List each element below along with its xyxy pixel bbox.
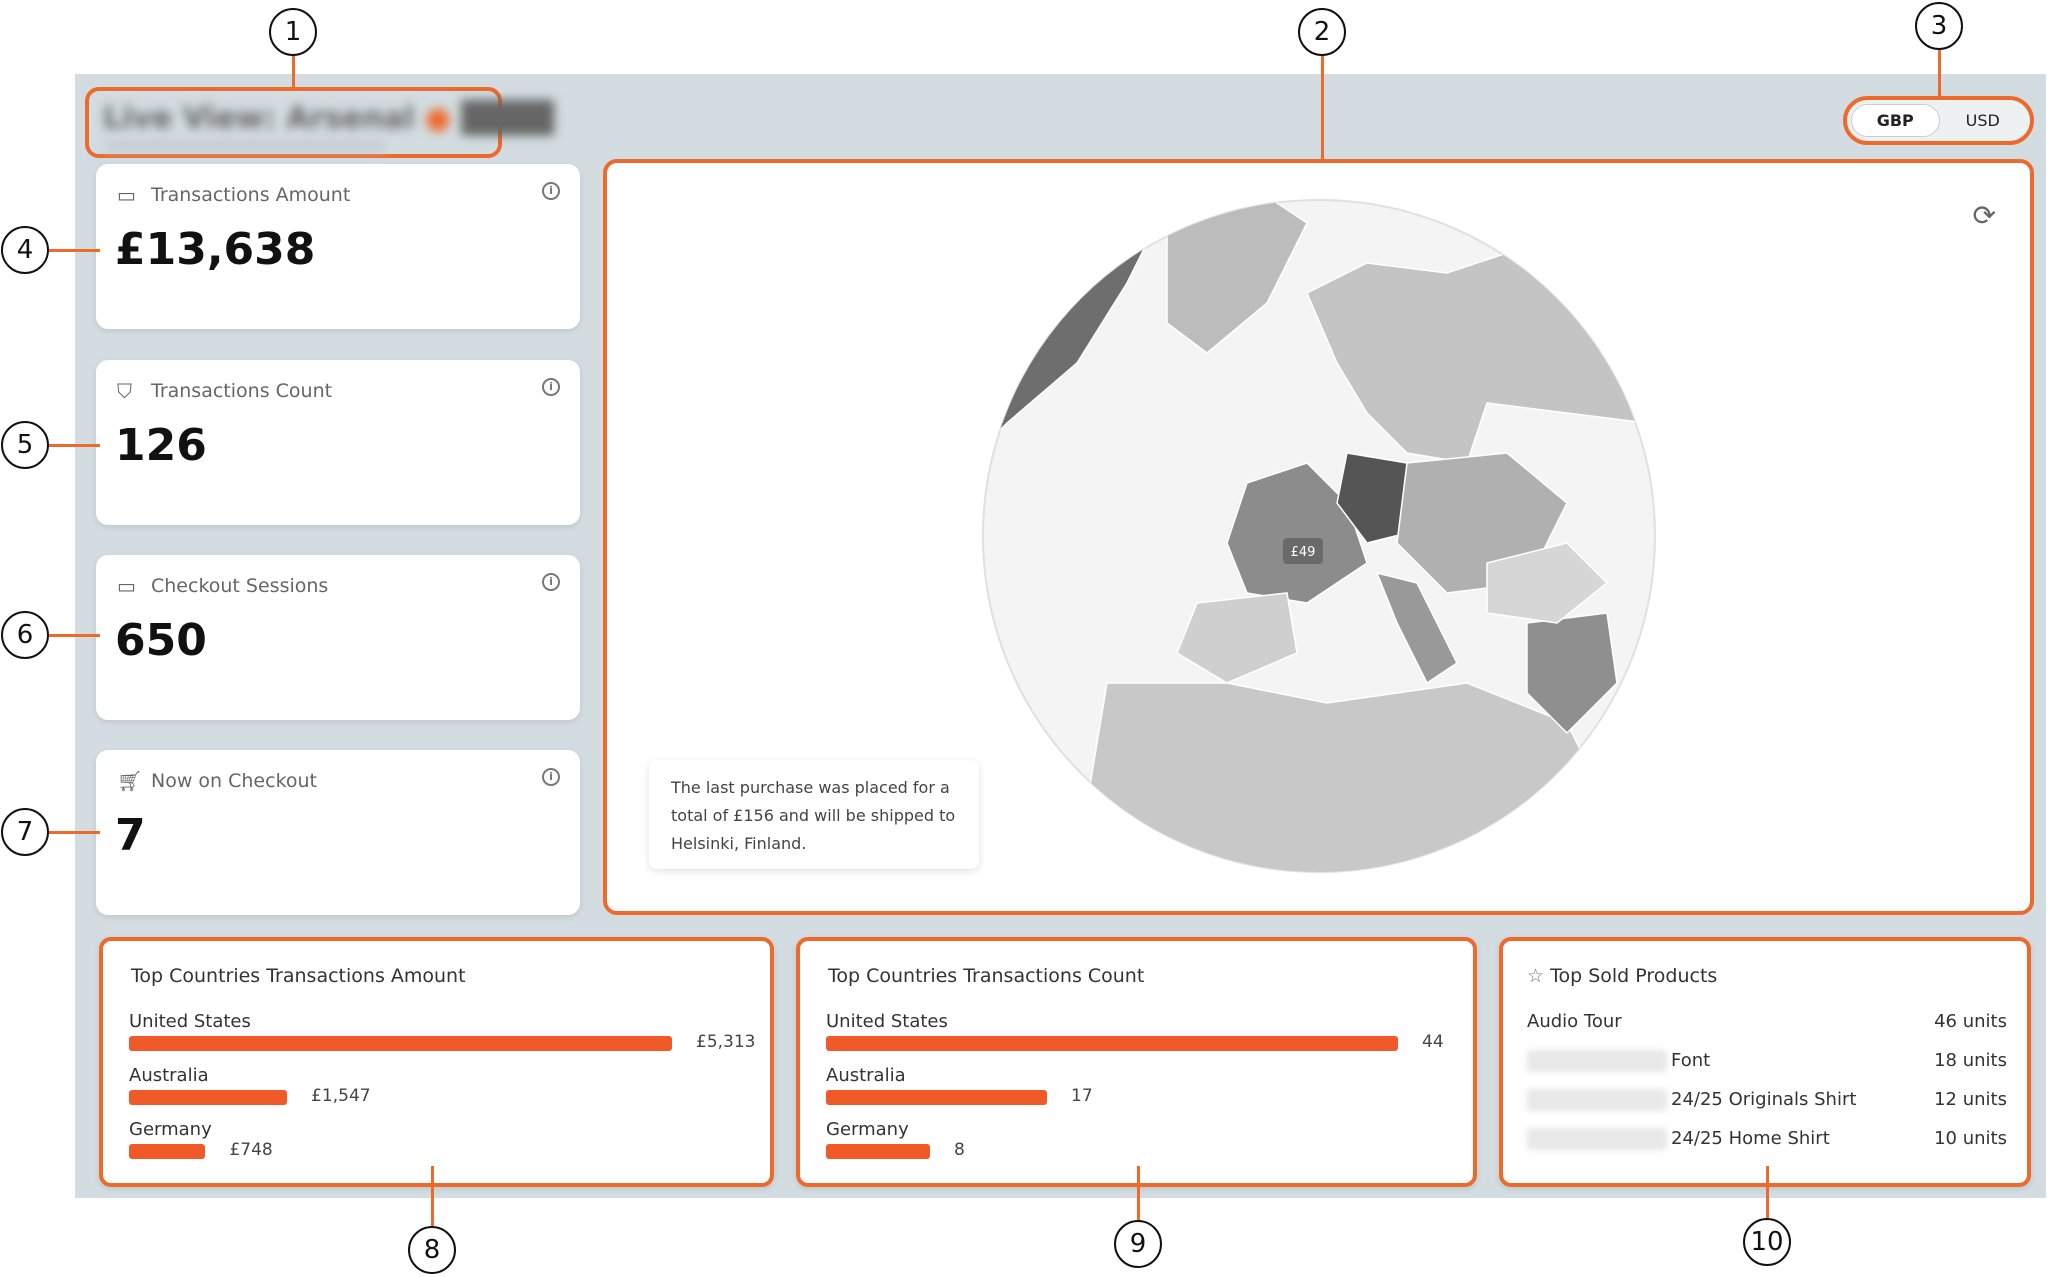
country-label: Australia xyxy=(129,1065,209,1086)
card-title: Top Countries Transactions Count xyxy=(828,965,1145,987)
product-row: 24/25 Home Shirt 10 units xyxy=(1527,1128,2007,1150)
product-name: Font xyxy=(1671,1050,1711,1071)
product-units: 46 units xyxy=(1934,1011,2007,1032)
currency-gbp-button[interactable]: GBP xyxy=(1851,104,1940,137)
callout-marker: 8 xyxy=(408,1226,456,1274)
country-value: £1,547 xyxy=(311,1086,371,1106)
callout-leader-line xyxy=(1765,1166,1769,1218)
country-label: Germany xyxy=(129,1119,212,1140)
callout-marker: 5 xyxy=(1,421,49,469)
product-units: 12 units xyxy=(1934,1089,2007,1110)
product-name: Audio Tour xyxy=(1527,1011,1622,1032)
country-label: Germany xyxy=(826,1119,909,1140)
callout-leader-line xyxy=(1136,1166,1140,1220)
callout-marker: 10 xyxy=(1743,1218,1791,1266)
header-title-redacted: Live View: Arsenal ● ████ xyxy=(103,101,554,136)
country-value: 8 xyxy=(954,1140,965,1160)
country-value: 44 xyxy=(1422,1032,1444,1052)
cart-icon: 🛒︎ xyxy=(117,769,143,793)
dashboard-header: Live View: Arsenal ● ████ xyxy=(85,87,554,158)
shopping-bag-icon: ⛉ xyxy=(117,379,132,403)
info-icon[interactable]: i xyxy=(542,378,560,396)
kpi-value: £13,638 xyxy=(115,224,316,275)
africa xyxy=(1086,682,1608,872)
kpi-value: 126 xyxy=(115,420,207,471)
country-bar xyxy=(826,1090,1047,1105)
country-value: 17 xyxy=(1071,1086,1093,1106)
redacted-text xyxy=(1527,1050,1667,1072)
kpi-label: Transactions Amount xyxy=(151,184,351,206)
kpi-now-on-checkout: 🛒︎ Now on Checkout i 7 xyxy=(96,750,580,915)
kpi-value: 7 xyxy=(115,810,146,861)
kpi-transactions-amount: ▭ Transactions Amount i £13,638 xyxy=(96,164,580,329)
card-title-text: Top Sold Products xyxy=(1550,965,1718,987)
kpi-label: Transactions Count xyxy=(151,380,333,402)
calendar-icon: ▭ xyxy=(117,574,136,598)
callout-leader-line xyxy=(49,443,100,447)
kpi-transactions-count: ⛉ Transactions Count i 126 xyxy=(96,360,580,525)
product-row: Audio Tour 46 units xyxy=(1527,1011,2007,1032)
callout-marker: 4 xyxy=(1,226,49,274)
callout-leader-line xyxy=(49,248,100,252)
redacted-text xyxy=(1527,1128,1667,1150)
country-bar xyxy=(129,1090,288,1105)
callout-marker: 2 xyxy=(1298,8,1346,56)
callout-leader-line xyxy=(291,56,295,87)
kpi-label: Now on Checkout xyxy=(151,770,318,792)
info-icon[interactable]: i xyxy=(542,768,560,786)
country-value: £5,313 xyxy=(696,1032,756,1052)
redacted-text xyxy=(1527,1089,1667,1111)
star-icon: ☆ xyxy=(1527,965,1545,987)
country-label: United States xyxy=(826,1011,948,1032)
callout-marker: 7 xyxy=(1,808,49,856)
header-subtitle-redacted xyxy=(105,141,385,151)
top-sold-products-card: ☆ Top Sold Products Audio Tour 46 units … xyxy=(1499,937,2031,1187)
card-title: Top Countries Transactions Amount xyxy=(131,965,466,987)
callout-leader-line xyxy=(430,1166,434,1226)
country-bar xyxy=(129,1036,672,1051)
callout-leader-line xyxy=(49,830,100,834)
top-countries-amount-card: Top Countries Transactions Amount United… xyxy=(99,937,774,1187)
kpi-value: 650 xyxy=(115,615,207,666)
callout-marker: 3 xyxy=(1915,2,1963,50)
rotate-icon[interactable]: ⟳ xyxy=(1973,199,1996,232)
callout-leader-line xyxy=(49,633,100,637)
country-label: Australia xyxy=(826,1065,906,1086)
kpi-label: Checkout Sessions xyxy=(151,575,329,597)
country-bar xyxy=(826,1036,1398,1051)
product-name: 24/25 Originals Shirt xyxy=(1671,1089,1857,1110)
card-title: ☆ Top Sold Products xyxy=(1527,965,1717,987)
country-value: £748 xyxy=(229,1140,273,1160)
product-row: Font 18 units xyxy=(1527,1050,2007,1072)
callout-marker: 9 xyxy=(1114,1220,1162,1268)
callout-marker: 1 xyxy=(269,8,317,56)
credit-card-icon: ▭ xyxy=(117,183,136,207)
product-row: 24/25 Originals Shirt 12 units xyxy=(1527,1089,2007,1111)
callout-leader-line xyxy=(1937,50,1941,96)
info-icon[interactable]: i xyxy=(542,573,560,591)
callout-leader-line xyxy=(1320,56,1324,159)
callout-marker: 6 xyxy=(1,611,49,659)
price-pin-label: £49 xyxy=(1291,545,1316,560)
info-icon[interactable]: i xyxy=(542,182,560,200)
currency-toggle[interactable]: GBP USD xyxy=(1843,96,2034,145)
country-label: United States xyxy=(129,1011,251,1032)
product-name: 24/25 Home Shirt xyxy=(1671,1128,1830,1149)
last-purchase-tooltip: The last purchase was placed for a total… xyxy=(649,760,979,869)
country-bar xyxy=(826,1144,930,1159)
product-units: 18 units xyxy=(1934,1050,2007,1071)
kpi-checkout-sessions: ▭ Checkout Sessions i 650 xyxy=(96,555,580,720)
top-countries-count-card: Top Countries Transactions Count United … xyxy=(796,937,1477,1187)
currency-usd-button[interactable]: USD xyxy=(1940,104,2027,137)
country-bar xyxy=(129,1144,206,1159)
product-units: 10 units xyxy=(1934,1128,2007,1149)
